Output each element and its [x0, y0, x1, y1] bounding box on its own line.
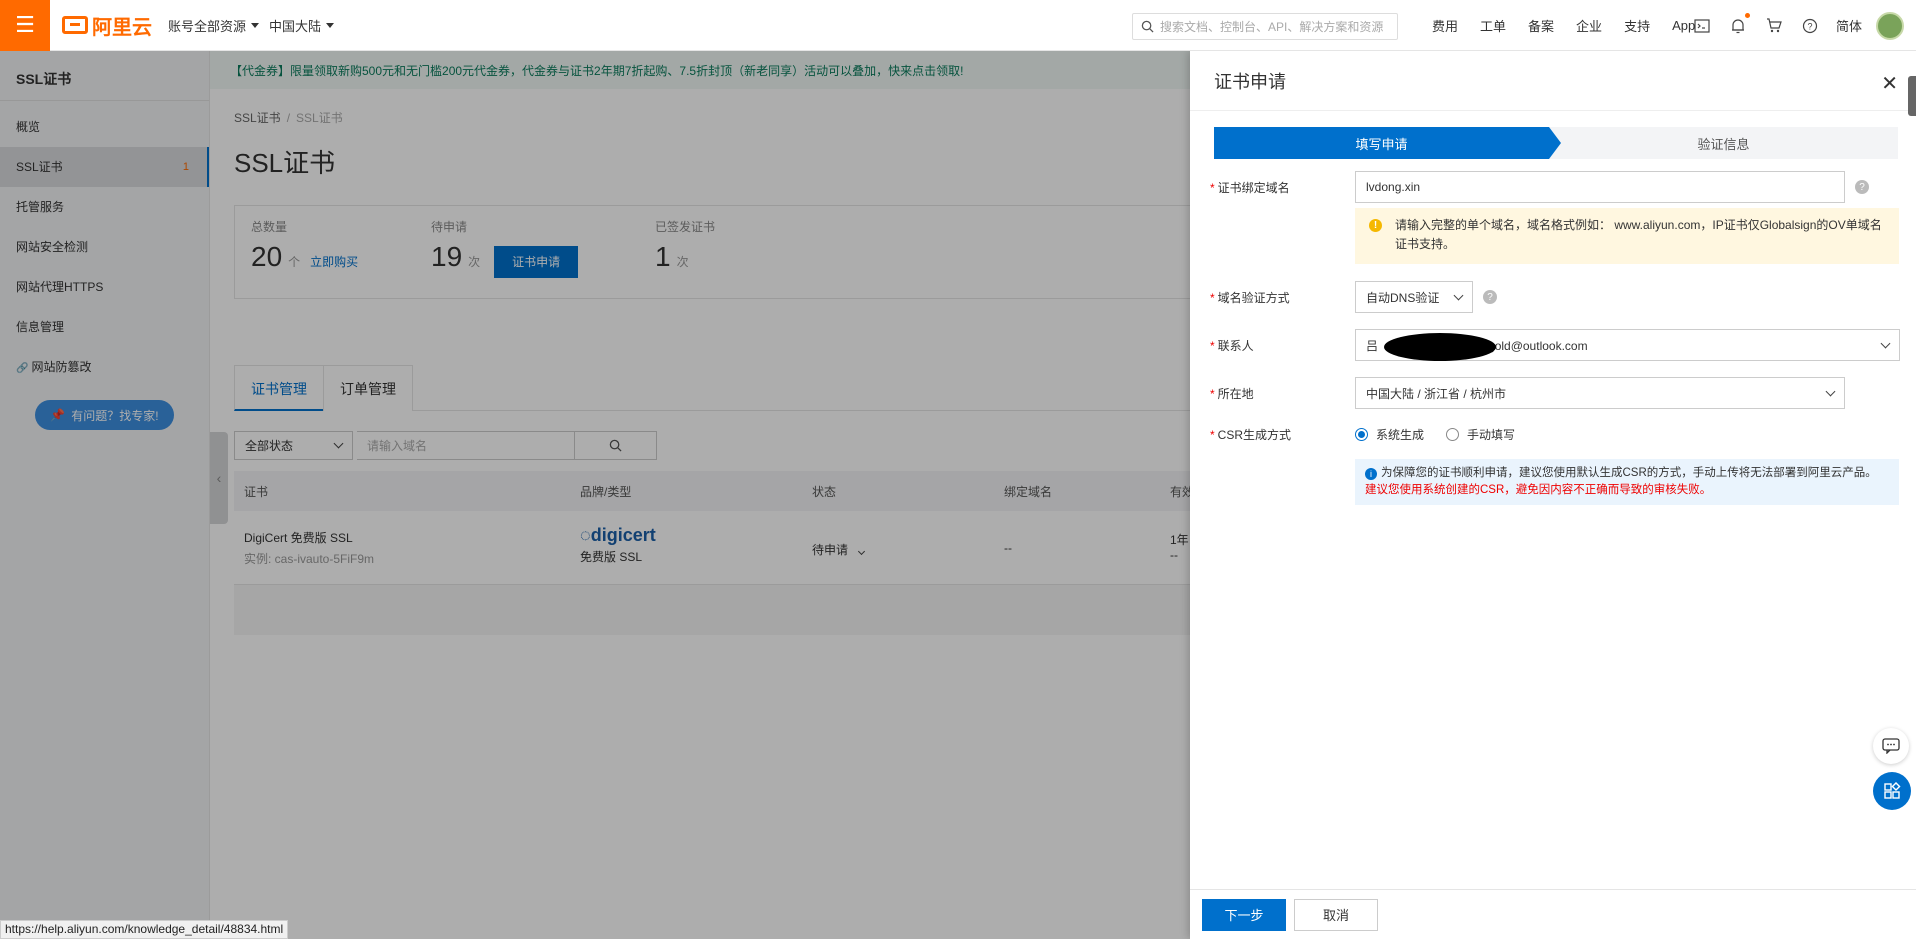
region-dropdown[interactable]: 中国大陆 [269, 16, 335, 35]
account-resource-dropdown[interactable]: 账号全部资源 [168, 16, 260, 35]
contact-name-prefix: 吕 [1366, 338, 1379, 353]
verify-method-label: * 域名验证方式 [1210, 290, 1290, 305]
domain-label: * 证书绑定域名 [1210, 180, 1290, 195]
link-enterprise[interactable]: 企业 [1576, 16, 1602, 35]
help-question-icon[interactable]: ? [1483, 290, 1497, 304]
csr-option-label: 手动填写 [1467, 428, 1516, 442]
global-search-input[interactable]: 搜索文档、控制台、API、解决方案和资源 [1132, 13, 1398, 40]
step-verify-info: 验证信息 [1549, 127, 1898, 159]
search-icon [1141, 20, 1154, 33]
cancel-button[interactable]: 取消 [1294, 898, 1378, 931]
link-icp[interactable]: 备案 [1528, 16, 1554, 35]
location-cascader[interactable]: 中国大陆 / 浙江省 / 杭州市 [1355, 377, 1845, 409]
terminal-icon[interactable] [1692, 16, 1712, 36]
close-icon[interactable]: ✕ [1881, 71, 1898, 96]
step-fill-application: 填写申请 [1214, 127, 1561, 159]
domain-warning: ! 请输入完整的单个域名，域名格式例如： www.aliyun.com，IP证书… [1355, 208, 1899, 264]
chevron-down-icon [1825, 386, 1836, 396]
link-ticket[interactable]: 工单 [1480, 16, 1506, 35]
radio-checked-icon [1355, 428, 1368, 441]
radio-unchecked-icon [1446, 428, 1460, 441]
logo-mark-icon [62, 16, 88, 34]
verify-method-label-text: 域名验证方式 [1217, 290, 1290, 305]
user-avatar[interactable] [1876, 11, 1905, 40]
csr-info-box: i 为保障您的证书顺利申请，建议您使用默认生成CSR的方式，手动上传将无法部署到阿… [1355, 459, 1899, 505]
csr-radio-system[interactable]: 系统生成 [1355, 426, 1424, 443]
notification-dot [1745, 12, 1750, 18]
contact-label: * 联系人 [1210, 338, 1254, 353]
caret-down-icon [251, 22, 260, 28]
location-label: * 所在地 [1210, 386, 1254, 401]
aliyun-logo[interactable]: 阿里云 [62, 11, 152, 40]
chevron-down-icon [1453, 290, 1464, 300]
search-placeholder: 搜索文档、控制台、API、解决方案和资源 [1160, 20, 1384, 34]
svg-text:?: ? [1807, 21, 1812, 31]
contact-label-text: 联系人 [1217, 338, 1254, 353]
domain-row: * 证书绑定域名 lvdong.xin ? [1210, 171, 1869, 203]
drawer-title: 证书申请 [1190, 51, 1916, 111]
modal-overlay[interactable] [0, 51, 1190, 939]
csr-info-text: 为保障您的证书顺利申请，建议您使用默认生成CSR的方式，手动上传将无法部署到阿里… [1381, 467, 1877, 479]
next-step-button[interactable]: 下一步 [1202, 898, 1286, 931]
location-row: * 所在地 中国大陆 / 浙江省 / 杭州市 [1210, 377, 1845, 409]
verify-method-select[interactable]: 自动DNS验证 [1355, 281, 1473, 313]
caret-down-icon [326, 22, 335, 28]
apps-grid-icon[interactable] [1873, 772, 1911, 810]
top-links: 费用 工单 备案 企业 支持 App [1432, 0, 1717, 51]
csr-label: * CSR生成方式 [1210, 428, 1292, 442]
csr-row: * CSR生成方式 系统生成 手动填写 [1210, 426, 1537, 443]
account-dropdown-label: 账号全部资源 [168, 18, 247, 34]
status-bar-url: https://help.aliyun.com/knowledge_detail… [0, 920, 289, 939]
warning-icon: ! [1369, 219, 1382, 232]
help-question-icon[interactable]: ? [1855, 180, 1869, 194]
domain-input[interactable]: lvdong.xin [1355, 171, 1845, 203]
redaction-mark [1384, 333, 1496, 361]
contact-email-suffix: gold@outlook.com [1488, 338, 1588, 353]
top-navbar: ☰ 阿里云 账号全部资源 中国大陆 搜索文档、控制台、API、解决方案和资源 费… [0, 0, 1916, 51]
region-dropdown-label: 中国大陆 [269, 18, 322, 34]
bell-icon[interactable] [1728, 12, 1750, 36]
domain-label-text: 证书绑定域名 [1217, 180, 1290, 195]
chevron-down-icon [1880, 338, 1891, 348]
drawer-footer: 下一步 取消 [1190, 889, 1916, 939]
help-circle-icon[interactable]: ? [1800, 16, 1820, 36]
language-switch[interactable]: 简体 [1836, 16, 1862, 35]
location-label-text: 所在地 [1217, 386, 1254, 401]
cert-apply-drawer: 证书申请 ✕ 填写申请 验证信息 * 证书绑定域名 lvdong.xin ? ! … [1190, 51, 1916, 939]
hamburger-menu-icon[interactable]: ☰ [0, 0, 50, 51]
cart-icon[interactable] [1764, 16, 1784, 36]
csr-warning-text: 建议您使用系统创建的CSR，避免因内容不正确而导致的审核失败。 [1365, 484, 1712, 496]
csr-option-label: 系统生成 [1376, 428, 1425, 442]
contact-select[interactable]: 吕 gold@outlook.com [1355, 329, 1900, 361]
chat-icon[interactable] [1873, 728, 1909, 764]
domain-warning-text: 请输入完整的单个域名，域名格式例如： www.aliyun.com，IP证书仅G… [1395, 218, 1882, 251]
logo-text: 阿里云 [92, 16, 152, 39]
contact-row: * 联系人 吕 gold@outlook.com [1210, 329, 1900, 361]
verify-method-value: 自动DNS验证 [1366, 290, 1440, 305]
csr-label-text: CSR生成方式 [1217, 428, 1292, 442]
info-icon: i [1365, 468, 1377, 480]
link-billing[interactable]: 费用 [1432, 16, 1458, 35]
link-support[interactable]: 支持 [1624, 16, 1650, 35]
verify-method-row: * 域名验证方式 自动DNS验证 ? [1210, 281, 1497, 313]
csr-radio-manual[interactable]: 手动填写 [1446, 426, 1515, 443]
top-icons: ? 简体 [1692, 0, 1905, 51]
right-edge-handle[interactable] [1908, 76, 1916, 116]
location-value: 中国大陆 / 浙江省 / 杭州市 [1366, 386, 1507, 401]
step-indicator: 填写申请 验证信息 [1214, 127, 1898, 159]
